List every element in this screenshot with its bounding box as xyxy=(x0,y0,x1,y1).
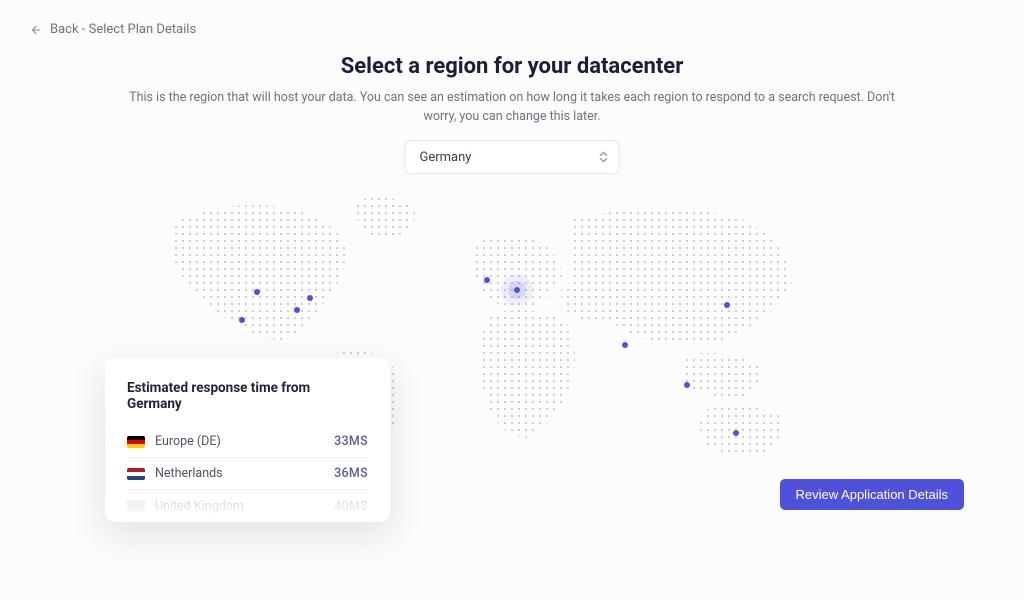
back-label: Back - Select Plan Details xyxy=(50,22,196,37)
flag-icon xyxy=(127,436,145,448)
datacenter-marker[interactable] xyxy=(484,277,490,283)
datacenter-marker[interactable] xyxy=(684,382,690,388)
flag-icon xyxy=(127,500,145,512)
arrow-left-icon xyxy=(30,24,42,36)
datacenter-marker[interactable] xyxy=(514,287,520,293)
heading-block: Select a region for your datacenter This… xyxy=(0,54,1024,127)
latency-row: United Kingdom 40MS xyxy=(127,490,368,522)
back-link[interactable]: Back - Select Plan Details xyxy=(30,22,196,37)
region-select-value: Germany xyxy=(420,150,472,165)
latency-row-value: 40MS xyxy=(334,499,368,514)
flag-icon xyxy=(127,468,145,480)
latency-row-value: 36MS xyxy=(334,466,368,481)
page-subtitle: This is the region that will host your d… xyxy=(120,89,904,127)
datacenter-marker[interactable] xyxy=(724,302,730,308)
latency-row: Europe (DE) 33MS xyxy=(127,426,368,458)
latency-row-value: 33MS xyxy=(334,434,368,449)
page-title: Select a region for your datacenter xyxy=(120,54,904,79)
region-select[interactable]: Germany xyxy=(405,140,620,174)
datacenter-marker[interactable] xyxy=(622,342,628,348)
latency-row: Netherlands 36MS xyxy=(127,458,368,490)
datacenter-marker[interactable] xyxy=(733,430,739,436)
chevron-up-down-icon xyxy=(599,151,609,163)
latency-row-label: Netherlands xyxy=(155,466,223,481)
latency-row-label: Europe (DE) xyxy=(155,434,221,449)
datacenter-marker[interactable] xyxy=(294,307,300,313)
datacenter-marker[interactable] xyxy=(239,317,245,323)
latency-card-title: Estimated response time from Germany xyxy=(127,380,368,412)
latency-row-label: United Kingdom xyxy=(155,499,244,514)
datacenter-marker[interactable] xyxy=(307,295,313,301)
latency-card: Estimated response time from Germany Eur… xyxy=(105,358,390,522)
review-application-button[interactable]: Review Application Details xyxy=(780,479,964,510)
datacenter-marker[interactable] xyxy=(254,289,260,295)
